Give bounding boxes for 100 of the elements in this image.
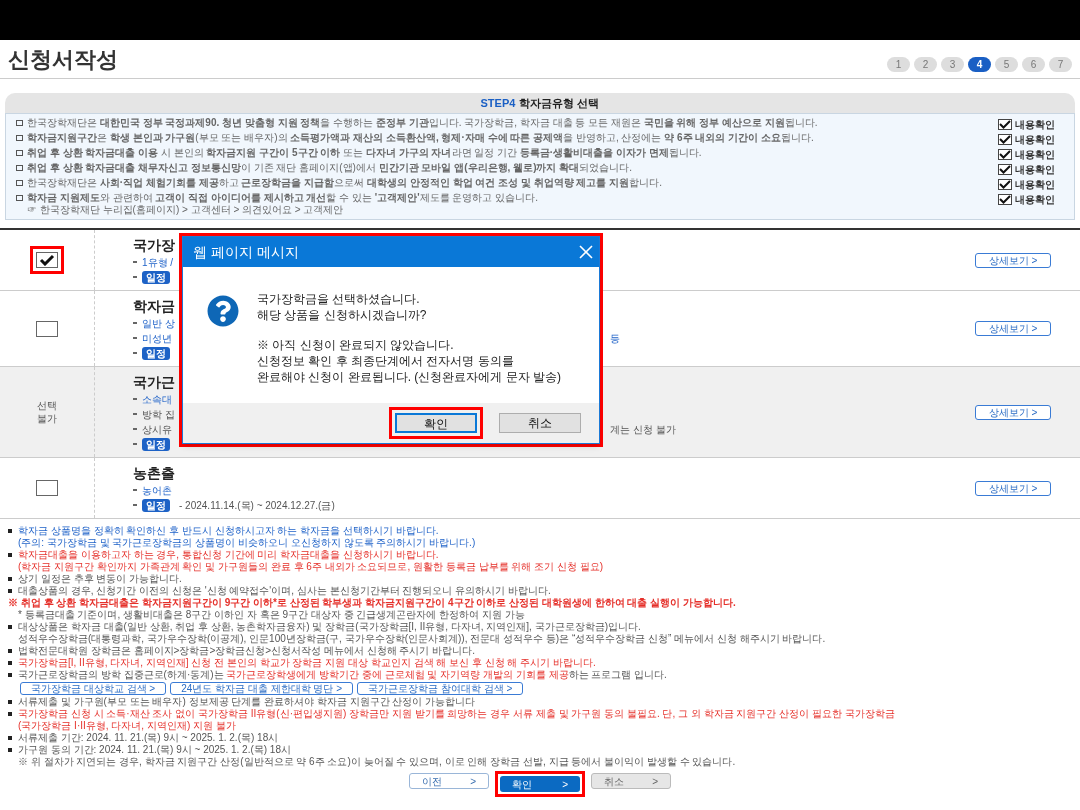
product-detail: 방학 집 — [142, 407, 176, 422]
bullet-icon — [8, 748, 12, 752]
nav-button[interactable]: 이전 > — [409, 773, 489, 789]
details-button[interactable]: 상세보기 > — [975, 404, 1051, 420]
note-text: 국가근로장학금의 방학 집중근로(하계·동계)는 국가근로장학생에게 방학기간 중에 근로체험 및 자기역량 개발의 기회를 제공하는 프로그램 입니다. — [18, 669, 667, 681]
product-link[interactable]: 일반 상 — [142, 315, 180, 331]
product-detail: 계는 신청 불가 — [610, 422, 676, 437]
nav-button[interactable]: 취소 > — [591, 773, 671, 789]
dialog-button[interactable]: 취소 — [499, 413, 581, 433]
confirm-checkbox[interactable] — [998, 164, 1012, 175]
dash-icon — [133, 443, 137, 445]
confirm-checkbox[interactable] — [998, 119, 1012, 130]
confirm-label: 내용확인 — [1015, 178, 1055, 192]
step-indicator: 1 — [887, 57, 910, 72]
product-link[interactable]: 소속대 — [142, 391, 180, 407]
product-link[interactable]: 미성년 — [142, 330, 180, 346]
note-subtext: (학자금 지원구간 확인까지 가족관계 확인 및 가구원들의 완료 후 6주 내외가 소요되므로, 원활한 등록금 납부를 위해 조기 신청 필요) — [17, 561, 604, 573]
note-subtext: ※ 위 절차가 지연되는 경우, 학자금 지원구간 산정(일반적으로 약 6주 소요)이 늦어질 수 있으며, 이로 인해 장학금 선발, 지급 등에서 불이익이 발생할 수 있습니다. — [17, 756, 737, 768]
square-icon — [16, 135, 23, 141]
confirm-label: 내용확인 — [1015, 118, 1055, 132]
dash-icon — [133, 398, 137, 400]
note-text: 학자금 상품명을 정확히 확인하신 후 반드시 신청하시고자 하는 학자금을 선택하시기 바랍니다. — [18, 525, 439, 537]
product-title: 국가근 — [133, 373, 176, 391]
step-indicator: 7 — [1049, 57, 1072, 72]
details-button[interactable]: 상세보기 > — [975, 480, 1051, 496]
note-text: 법학전문대학원 장학금은 홈페이지>장학금>장학금신청>신청서작성 메뉴에서 신청해 주시기 바랍니다. — [18, 645, 475, 657]
bullet-icon — [8, 649, 12, 653]
notice-path: ☞ 한국장학재단 누리집(홈페이지) > 고객센터 > 의견있어요 > 고객제안 — [27, 204, 345, 216]
checkbox[interactable] — [36, 252, 58, 268]
link-button[interactable]: 국가근로장학금 참여대학 검색 > — [357, 682, 524, 695]
bullet-icon — [8, 577, 12, 581]
product-title: 국가장 — [133, 236, 176, 254]
link-button[interactable]: 국가장학금 대상학교 검색 > — [20, 682, 167, 695]
note-text: 서류제출 및 가구원(부모 또는 배우자) 정보제공 단계를 완료하셔야 학자금 지원구간 산정이 가능합니다 — [18, 696, 476, 708]
check-icon — [999, 135, 1011, 144]
bullet-icon — [8, 712, 12, 716]
bullet-icon — [8, 625, 12, 629]
confirm-label: 내용확인 — [1015, 133, 1055, 147]
check-icon — [39, 254, 55, 266]
check-icon — [999, 150, 1011, 159]
dialog-message: 국가장학금을 선택하셨습니다. 해당 상품을 신청하시겠습니까? — [257, 291, 428, 323]
step-title: 학자금유형 선택 — [519, 95, 600, 111]
bullet-icon — [8, 589, 12, 593]
note-subtext: * 등록금대출 기준이며, 생활비대출은 8구간 이하인 자 혹은 9구간 대상자 중 긴급생계곤란자에 한정하여 지원 가능 — [17, 609, 526, 621]
checkbox[interactable] — [36, 480, 58, 496]
dash-icon — [133, 504, 137, 506]
confirm-label: 내용확인 — [1015, 193, 1055, 207]
bullet-icon — [8, 673, 12, 677]
link-button[interactable]: 24년도 학자금 대출 제한대학 명단 > — [170, 682, 354, 695]
notice-text: 한국장학재단은 사회·직업 체험기회를 제공하고 근로장학금을 지급함으로써 대학생의 안정적인 학업 여건 조성 및 취업역량 제고를 지원합니다. — [27, 177, 663, 189]
checkbox[interactable] — [36, 320, 58, 337]
note-text: 상기 일정은 추후 변동이 가능합니다. — [18, 573, 182, 585]
nav-button[interactable]: 확인 > — [500, 776, 580, 792]
product-link[interactable]: 1유형 / — [142, 254, 180, 270]
question-icon — [207, 295, 239, 327]
unavailable-label: 선택 불가 — [37, 399, 57, 425]
product-title: 학자금 — [133, 297, 176, 315]
square-icon — [16, 120, 23, 126]
schedule-badge: 일정 — [142, 346, 170, 360]
dialog-button[interactable]: 확인 — [395, 413, 477, 433]
step-indicator: 5 — [995, 57, 1018, 72]
dash-icon — [133, 261, 137, 263]
notice-text: 한국장학재단은 대한민국 정부 국정과제90. 청년 맞춤형 지원 정책을 수행하는 준정부 기관입니다. 국가장학금, 학자금 대출 등 모든 재원은 국민을 위해 정부 예산으로 지원됩니다. — [27, 117, 818, 129]
note-text: 국가장학금 신청 시 소득·재산 조사 없이 국가장학금 II유형(신·편입생지원) 장학금만 지원 받기를 희망하는 경우 서류 제출 및 가구원 동의 불필요. 단, 그 외 학자금 지원구간 산정이 필요한 국가장학금 — [18, 708, 895, 720]
check-icon — [999, 180, 1011, 189]
close-icon[interactable] — [579, 245, 593, 259]
bullet-icon — [8, 529, 12, 533]
step-label: STEP4 — [480, 95, 516, 111]
dash-icon — [133, 352, 137, 354]
confirm-checkbox[interactable] — [998, 179, 1012, 190]
dash-icon — [133, 428, 137, 430]
product-detail: 상시유 — [142, 422, 173, 437]
confirm-label: 내용확인 — [1015, 163, 1055, 177]
bullet-icon — [8, 661, 12, 665]
check-icon — [999, 120, 1011, 129]
dialog-title: 웹 페이지 메시지 — [193, 242, 299, 262]
note-text: 학자금대출을 이용하고자 하는 경우, 통합신청 기간에 미리 학자금대출을 신청하시기 바랍니다. — [18, 549, 439, 561]
dash-icon — [133, 413, 137, 415]
dash-icon — [133, 322, 137, 324]
dash-icon — [133, 489, 137, 491]
check-icon — [999, 165, 1011, 174]
details-button[interactable]: 상세보기 > — [975, 321, 1051, 336]
schedule-badge: 일정 — [142, 437, 170, 451]
details-button[interactable]: 상세보기 > — [975, 252, 1051, 268]
note-text: 대상상품은 학자금 대출(일반 상환, 취업 후 상환, 농촌학자금융자) 및 장학금(국가장학금[I, II유형, 다자녀, 지역인재], 국가근로장학금)입니다. — [18, 621, 641, 633]
product-link[interactable]: 농어촌 — [142, 482, 180, 498]
note-text: 대출상품의 경우, 신청기간 이전의 신청은 '신청 예약접수'이며, 심사는 본신청기간부터 진행되오니 유의하시기 바랍니다. — [18, 585, 551, 597]
bullet-icon — [8, 700, 12, 704]
confirm-checkbox[interactable] — [998, 194, 1012, 205]
note-text: 가구원 동의 기간: 2024. 11. 21.(목) 9시 ~ 2025. 1. 2.(목) 18시 — [18, 744, 291, 756]
note-subtext: 성적우수장학금(대통령과학, 국가우수장학(이공계), 인문100년장학금(구, 국가우수장학(인문사회계)), 전문대 성적우수 등)은 “성적우수장학금 신청” 메뉴에서 신청 해주시기 바랍니다. — [17, 633, 827, 645]
square-icon — [16, 180, 23, 186]
step-indicator: 2 — [914, 57, 937, 72]
confirm-checkbox[interactable] — [998, 134, 1012, 145]
page-title: 신청서작성 — [8, 46, 118, 74]
schedule-dates: - 2024.11.14.(목) ~ 2024.12.27.(금) — [179, 498, 335, 513]
confirm-checkbox[interactable] — [998, 149, 1012, 160]
schedule-badge: 일정 — [142, 270, 170, 284]
notice-text: 학자금 지원제도와 관련하여 고객이 직접 아이디어를 제시하고 개선할 수 있는 '고객제안'제도를 운영하고 있습니다. — [27, 192, 538, 204]
note-text: 서류제출 기간: 2024. 11. 21.(목) 9시 ~ 2025. 1. 2.(목) 18시 — [18, 732, 279, 744]
